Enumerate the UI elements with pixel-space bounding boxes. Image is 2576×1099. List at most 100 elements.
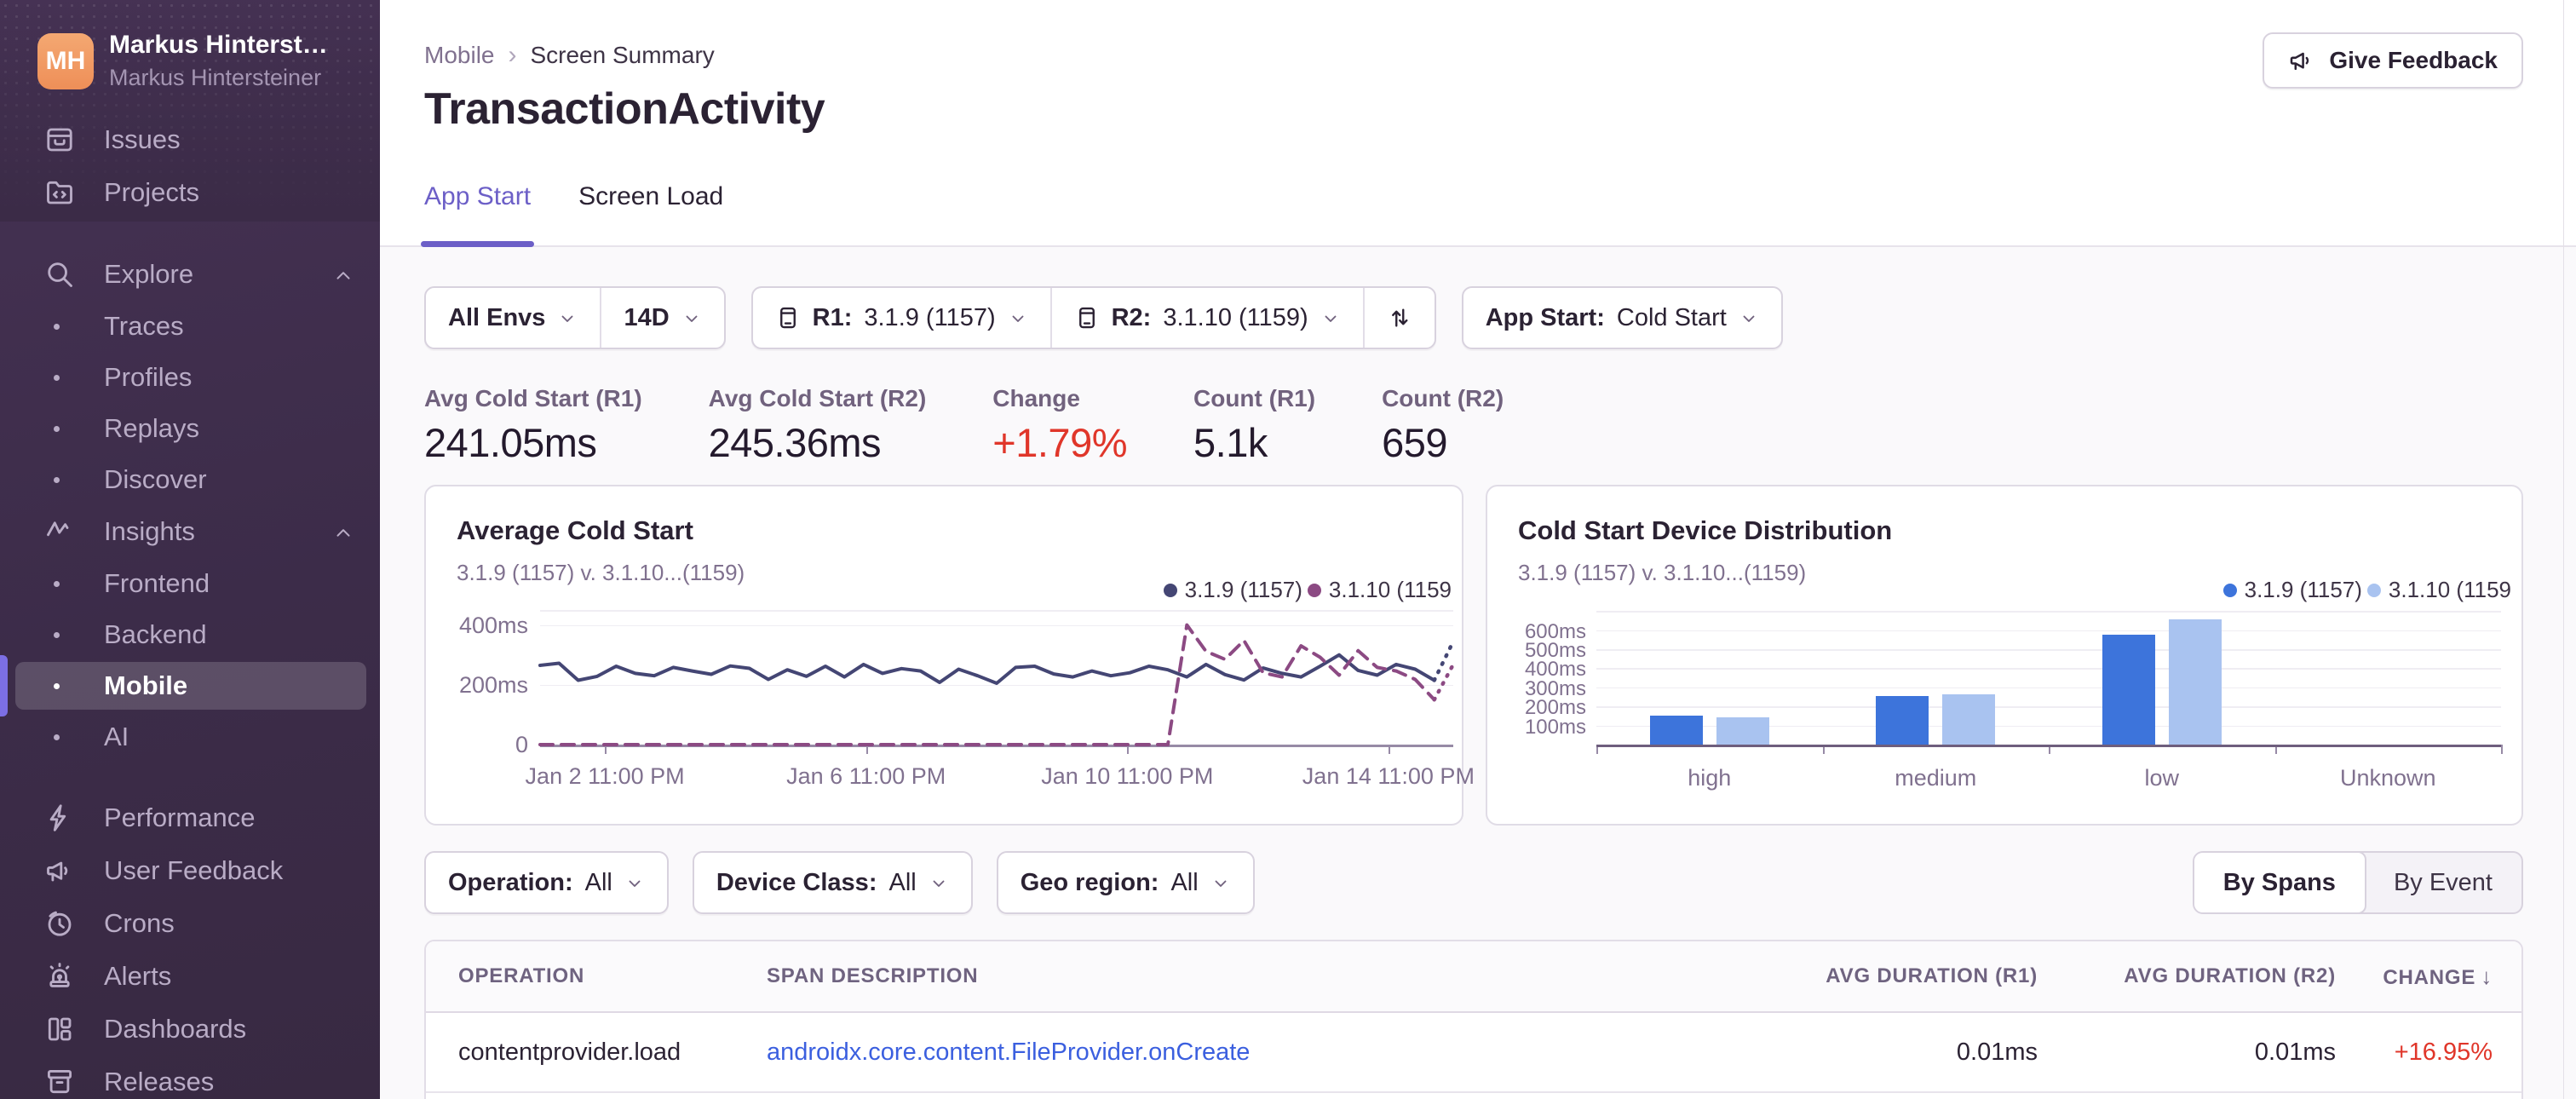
table-header: OPERATION SPAN DESCRIPTION AVG DURATION … — [426, 941, 2521, 1013]
cell-span-description-link[interactable]: androidx.core.content.FileProvider.onCre… — [767, 1039, 1763, 1067]
stat-value: 245.36ms — [708, 420, 882, 465]
legend-item[interactable]: 3.1.9 (1157) — [2222, 577, 2362, 603]
sidebar-item-replays[interactable]: Replays — [0, 403, 380, 454]
siren-icon — [44, 961, 75, 992]
series-line — [538, 623, 1436, 746]
chart-title: Average Cold Start — [457, 515, 693, 545]
stat-avg-cold-start-r2-: Avg Cold Start (R2) 245.36ms — [708, 385, 927, 465]
chart-title: Cold Start Device Distribution — [1518, 515, 1893, 545]
col-span-description[interactable]: SPAN DESCRIPTION — [767, 964, 1763, 988]
breadcrumb-mobile[interactable]: Mobile — [424, 42, 494, 69]
table-row-partial — [426, 1091, 2521, 1099]
release1-value: 3.1.9 (1157) — [864, 303, 996, 331]
date-range-filter[interactable]: 14D — [600, 288, 723, 348]
sidebar-item-performance[interactable]: Performance — [0, 791, 380, 844]
view-toggle: By Spans By Event — [2192, 851, 2523, 914]
geo-region-value: All — [1170, 868, 1199, 896]
sidebar-item-releases[interactable]: Releases — [0, 1056, 380, 1099]
sidebar: MH Markus Hinterst… Markus Hintersteiner… — [0, 0, 380, 1099]
bar-high-r2 — [1716, 716, 1769, 745]
by-spans-toggle[interactable]: By Spans — [2194, 853, 2366, 912]
bar-medium-r1 — [1876, 695, 1929, 745]
category-label: low — [2144, 765, 2180, 791]
device-class-filter[interactable]: Device Class: All — [694, 853, 971, 912]
tab-app-start[interactable]: App Start — [421, 165, 535, 247]
sidebar-item-crons[interactable]: Crons — [0, 897, 380, 950]
x-axis-label: Jan 2 11:00 PM — [525, 763, 685, 789]
sidebar-item-explore[interactable]: Explore — [0, 248, 380, 301]
sidebar-item-traces[interactable]: Traces — [0, 301, 380, 352]
sidebar-item-backend[interactable]: Backend — [0, 609, 380, 660]
chevron-down-icon — [1008, 308, 1028, 328]
sidebar-item-ai[interactable]: AI — [0, 711, 380, 762]
y-axis-label: 400ms — [458, 612, 528, 638]
legend-item[interactable]: 3.1.9 (1157) — [1163, 577, 1302, 603]
release1-filter[interactable]: R1: 3.1.9 (1157) — [753, 288, 1050, 348]
sidebar-item-insights[interactable]: Insights — [0, 505, 380, 558]
app-start-filter-group: App Start: Cold Start — [1461, 286, 1783, 349]
tab-screen-load[interactable]: Screen Load — [578, 165, 723, 245]
gridline — [1596, 687, 2501, 689]
org-user-switcher[interactable]: MH Markus Hinterst… Markus Hintersteiner — [0, 0, 380, 110]
category-label: medium — [1895, 765, 1977, 791]
average-cold-start-chart: Average Cold Start 3.1.9 (1157) v. 3.1.1… — [424, 485, 1475, 826]
bar-low-r1 — [2102, 635, 2155, 745]
chevron-down-icon — [624, 872, 645, 893]
give-feedback-button[interactable]: Give Feedback — [2263, 32, 2523, 89]
spans-table: OPERATION SPAN DESCRIPTION AVG DURATION … — [424, 940, 2523, 1099]
bullet-icon — [54, 425, 60, 432]
chevron-up-icon — [332, 263, 354, 285]
col-change[interactable]: CHANGE ↓ — [2336, 964, 2493, 990]
content: All Envs 14D R1: 3.1.9 (1157) R2: 3.1.10… — [380, 286, 2576, 1099]
filter-row-top: All Envs 14D R1: 3.1.9 (1157) R2: 3.1.10… — [424, 286, 2523, 349]
chart-legend: 3.1.9 (1157) 3.1.10 (1159 — [2222, 577, 2511, 603]
cell-operation: contentprovider.load — [458, 1038, 681, 1066]
stat-value: +1.79% — [992, 420, 1127, 465]
sidebar-item-mobile[interactable]: Mobile — [0, 655, 380, 716]
sidebar-item-user-feedback[interactable]: User Feedback — [0, 844, 380, 897]
stat-value: 5.1k — [1193, 420, 1268, 465]
projects-icon — [44, 177, 75, 208]
app-start-type-filter[interactable]: App Start: Cold Start — [1463, 288, 1781, 348]
active-accent-bar — [0, 655, 8, 716]
bullet-icon — [54, 631, 60, 638]
geo-region-filter[interactable]: Geo region: All — [998, 853, 1253, 912]
cell-avg-r2: 0.01ms — [2254, 1038, 2336, 1066]
col-operation[interactable]: OPERATION — [458, 964, 767, 988]
stat-value: 659 — [1382, 420, 1447, 465]
operation-prefix: Operation: — [448, 868, 573, 896]
sidebar-item-projects[interactable]: Projects — [0, 166, 380, 219]
sidebar-item-issues[interactable]: Issues — [0, 113, 380, 166]
bullet-icon — [54, 323, 60, 330]
release-icon — [775, 305, 801, 331]
insights-icon — [44, 516, 75, 547]
active-item-pill — [15, 662, 366, 710]
release2-filter[interactable]: R2: 3.1.10 (1159) — [1049, 288, 1363, 348]
legend-item[interactable]: 3.1.10 (1159 — [2366, 577, 2511, 603]
breadcrumb: Mobile › Screen Summary — [424, 41, 2523, 70]
release2-prefix: R2: — [1111, 303, 1152, 331]
col-avg-duration-r2[interactable]: AVG DURATION (R2) — [2038, 964, 2336, 988]
sidebar-item-frontend[interactable]: Frontend — [0, 558, 380, 609]
user-subtitle: Markus Hintersteiner — [109, 65, 322, 90]
legend-dot-icon — [2366, 583, 2381, 597]
sidebar-item-profiles[interactable]: Profiles — [0, 352, 380, 403]
legend-item[interactable]: 3.1.10 (1159 — [1307, 577, 1452, 603]
stat-change: Change +1.79% — [992, 385, 1127, 465]
sidebar-item-dashboards[interactable]: Dashboards — [0, 1003, 380, 1056]
gridline — [1596, 706, 2501, 708]
device-class-prefix: Device Class: — [716, 868, 877, 896]
sidebar-item-discover[interactable]: Discover — [0, 454, 380, 505]
chart-subtitle: 3.1.9 (1157) v. 3.1.10...(1159) — [457, 560, 745, 585]
sidebar-item-alerts[interactable]: Alerts — [0, 950, 380, 1003]
operation-filter[interactable]: Operation: All — [426, 853, 667, 912]
swap-releases-button[interactable] — [1362, 288, 1435, 348]
line-series-plot — [538, 623, 1456, 746]
device-class-value: All — [888, 868, 917, 896]
page-title: TransactionActivity — [424, 84, 825, 134]
by-event-toggle[interactable]: By Event — [2365, 853, 2521, 912]
chart-subtitle: 3.1.9 (1157) v. 3.1.10...(1159) — [1518, 560, 1807, 585]
chevron-down-icon — [1210, 872, 1231, 893]
col-avg-duration-r1[interactable]: AVG DURATION (R1) — [1763, 964, 2038, 988]
env-filter[interactable]: All Envs — [426, 288, 600, 348]
